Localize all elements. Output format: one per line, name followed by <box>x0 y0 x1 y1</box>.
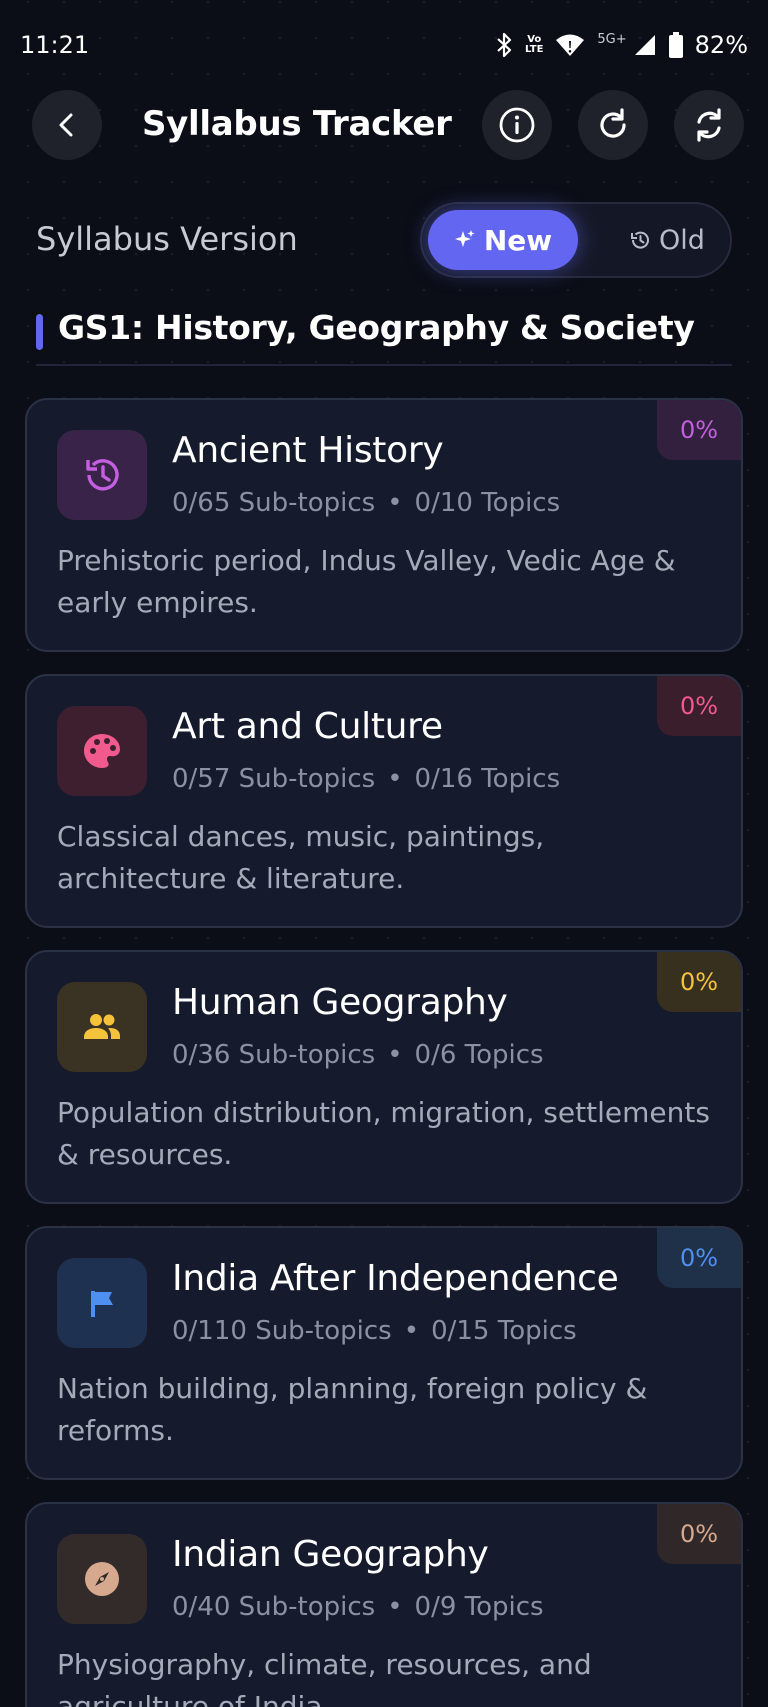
card-icon-tile <box>57 982 147 1072</box>
card-meta: 0/65 Sub-topics • 0/10 Topics <box>172 488 560 518</box>
chevron-left-icon <box>59 113 73 137</box>
card-description: Physiography, climate, resources, and ag… <box>57 1648 592 1707</box>
progress-badge: 0% <box>657 1504 741 1564</box>
version-new-label: New <box>483 223 553 257</box>
status-bar: 11:21 Vo LTE 5G+ 82% <box>0 0 768 90</box>
subject-card[interactable]: Art and Culture 0/57 Sub-topics • 0/16 Top… <box>25 674 743 928</box>
meta-separator: • <box>387 764 403 794</box>
subject-card[interactable]: Indian Geography 0/40 Sub-topics • 0/9 Top… <box>25 1502 743 1707</box>
card-icon-tile <box>57 1258 147 1348</box>
progress-badge: 0% <box>657 400 741 460</box>
volte-icon: Vo LTE <box>525 34 544 55</box>
version-toggle: New Old <box>420 202 732 278</box>
bluetooth-icon <box>497 32 512 58</box>
card-title: Indian Geography <box>172 1534 489 1575</box>
meta-separator: • <box>403 1316 420 1346</box>
palette-icon <box>84 734 120 768</box>
meta-separator: • <box>387 488 403 518</box>
status-time: 11:21 <box>20 31 90 59</box>
subtopic-count: 0/65 Sub-topics <box>172 488 376 518</box>
meta-separator: • <box>387 1592 403 1622</box>
card-meta: 0/110 Sub-topics • 0/15 Topics <box>172 1316 577 1346</box>
page-title: Syllabus Tracker <box>142 104 452 144</box>
cellular-signal-icon <box>634 35 655 55</box>
info-icon <box>499 107 535 143</box>
meta-separator: • <box>387 1040 403 1070</box>
status-icons: Vo LTE 5G+ 82% <box>495 31 748 59</box>
topic-count: 0/10 Topics <box>414 488 561 518</box>
progress-badge: 0% <box>657 952 741 1012</box>
refresh-button[interactable] <box>578 90 648 160</box>
card-title: Ancient History <box>172 430 444 471</box>
topic-count: 0/15 Topics <box>431 1316 577 1346</box>
card-description: Nation building, planning, foreign polic… <box>57 1372 648 1447</box>
version-old-button[interactable]: Old <box>612 210 722 270</box>
subtopic-count: 0/36 Sub-topics <box>172 1040 376 1070</box>
card-icon-tile <box>57 1534 147 1624</box>
battery-percent: 82% <box>694 31 748 59</box>
progress-badge: 0% <box>657 1228 741 1288</box>
sync-icon <box>697 108 721 142</box>
card-meta: 0/57 Sub-topics • 0/16 Topics <box>172 764 560 794</box>
history-icon <box>631 231 649 249</box>
subject-card[interactable]: Human Geography 0/36 Sub-topics • 0/6 Topi… <box>25 950 743 1204</box>
sync-button[interactable] <box>674 90 744 160</box>
compass-icon <box>85 1562 119 1596</box>
info-button[interactable] <box>482 90 552 160</box>
syllabus-version-label: Syllabus Version <box>36 220 298 258</box>
subtopic-count: 0/40 Sub-topics <box>172 1592 376 1622</box>
refresh-icon <box>600 108 626 138</box>
progress-badge: 0% <box>657 676 741 736</box>
subject-card[interactable]: India After Independence 0/110 Sub-topic… <box>25 1226 743 1480</box>
card-description: Classical dances, music, paintings, arch… <box>57 820 545 895</box>
card-title: Art and Culture <box>172 706 443 747</box>
card-meta: 0/40 Sub-topics • 0/9 Topics <box>172 1592 544 1622</box>
card-title: India After Independence <box>172 1258 619 1299</box>
card-icon-tile <box>57 706 147 796</box>
card-icon-tile <box>57 430 147 520</box>
version-old-label: Old <box>659 224 705 256</box>
wifi-icon <box>556 34 585 56</box>
topic-count: 0/9 Topics <box>414 1592 544 1622</box>
section-title: GS1: History, Geography & Society <box>58 308 695 347</box>
version-new-button[interactable]: New <box>428 210 578 270</box>
subtopic-count: 0/57 Sub-topics <box>172 764 376 794</box>
subtopic-count: 0/110 Sub-topics <box>172 1316 392 1346</box>
history-icon <box>86 459 119 491</box>
card-title: Human Geography <box>172 982 508 1023</box>
card-description: Prehistoric period, Indus Valley, Vedic … <box>57 544 676 619</box>
card-meta: 0/36 Sub-topics • 0/6 Topics <box>172 1040 544 1070</box>
people-icon <box>84 1014 120 1039</box>
battery-icon <box>668 32 683 58</box>
network-type: 5G+ <box>597 31 627 47</box>
flag-icon <box>91 1291 113 1317</box>
section-divider <box>36 364 732 366</box>
section-accent-bar <box>36 314 43 350</box>
topic-count: 0/6 Topics <box>414 1040 544 1070</box>
syllabus-version-row: Syllabus Version New Old <box>0 202 768 280</box>
app-bar: Syllabus Tracker <box>0 88 768 162</box>
back-button[interactable] <box>32 90 102 160</box>
sparkle-icon <box>454 230 475 247</box>
subject-card[interactable]: Ancient History 0/65 Sub-topics • 0/10 Top… <box>25 398 743 652</box>
topic-count: 0/16 Topics <box>414 764 561 794</box>
card-description: Population distribution, migration, sett… <box>57 1096 710 1171</box>
